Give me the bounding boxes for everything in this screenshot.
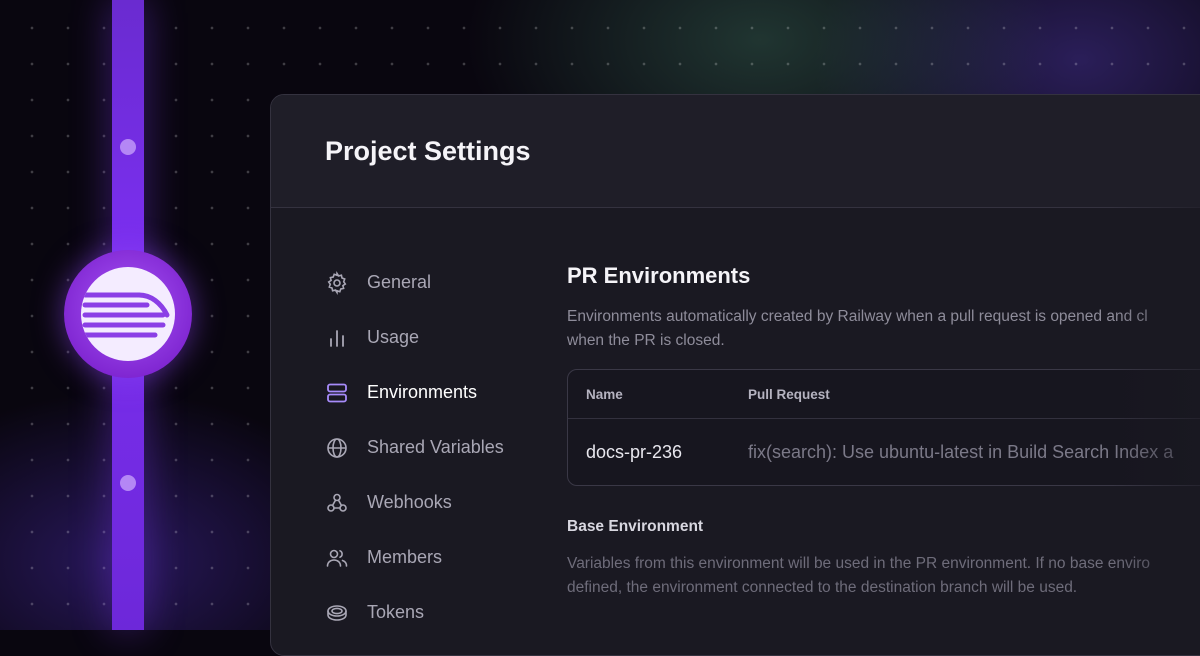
page-title: Project Settings: [325, 135, 531, 166]
sidebar-item-label: Shared Variables: [367, 437, 504, 457]
railway-logo: [64, 250, 192, 378]
sidebar-item-label: General: [367, 272, 432, 292]
sidebar-item-webhooks[interactable]: Webhooks: [325, 475, 545, 530]
description-line: defined, the environment connected to th…: [567, 579, 1078, 596]
pr-environments-table: Name Pull Request docs-pr-236 fix(search…: [567, 369, 1200, 486]
sidebar-item-members[interactable]: Members: [325, 530, 545, 585]
gear-icon: [325, 270, 349, 295]
users-icon: [325, 546, 349, 570]
coins-icon: [325, 601, 349, 625]
sidebar-item-label: Environments: [367, 382, 478, 402]
table-row[interactable]: docs-pr-236 fix(search): Use ubuntu-late…: [568, 419, 1200, 485]
sidebar-item-general[interactable]: General: [325, 255, 545, 310]
sidebar-item-label: Tokens: [367, 602, 425, 622]
section-description: Environments automatically created by Ra…: [567, 305, 1200, 353]
pull-request-title[interactable]: fix(search): Use ubuntu-latest in Build …: [748, 442, 1200, 463]
railway-logo-mark: [81, 267, 175, 361]
column-header-pull-request: Pull Request: [748, 386, 830, 402]
train-icon: [82, 292, 170, 338]
base-environment-title: Base Environment: [567, 518, 704, 535]
server-stack-icon: [325, 381, 349, 405]
timeline-dot: [120, 475, 136, 491]
description-line: when the PR is closed.: [567, 332, 725, 349]
sidebar-item-label: Webhooks: [367, 492, 452, 512]
settings-sidebar: General Usage Environments Shared Variab…: [325, 255, 545, 640]
window-header: Project Settings: [271, 95, 1200, 208]
sidebar-item-label: Usage: [367, 327, 420, 347]
table-header: Name Pull Request: [568, 370, 1200, 419]
description-line: Variables from this environment will be …: [567, 555, 1150, 572]
settings-window: Project Settings General Usage Environme…: [270, 94, 1200, 656]
sidebar-item-usage[interactable]: Usage: [325, 310, 545, 365]
base-environment-description: Variables from this environment will be …: [567, 552, 1200, 600]
sidebar-item-environments[interactable]: Environments: [325, 365, 545, 420]
column-header-name: Name: [586, 386, 623, 402]
environment-name[interactable]: docs-pr-236: [568, 442, 748, 463]
webhook-icon: [325, 491, 349, 515]
description-line: Environments automatically created by Ra…: [567, 308, 1148, 325]
pr-environments-panel: PR Environments Environments automatical…: [567, 263, 1200, 600]
sidebar-item-tokens[interactable]: Tokens: [325, 585, 545, 640]
sidebar-item-shared-variables[interactable]: Shared Variables: [325, 420, 545, 475]
globe-icon: [325, 436, 349, 460]
section-title: PR Environments: [567, 263, 751, 288]
bar-chart-icon: [325, 326, 349, 350]
timeline-dot: [120, 139, 136, 155]
sidebar-item-label: Members: [367, 547, 443, 567]
